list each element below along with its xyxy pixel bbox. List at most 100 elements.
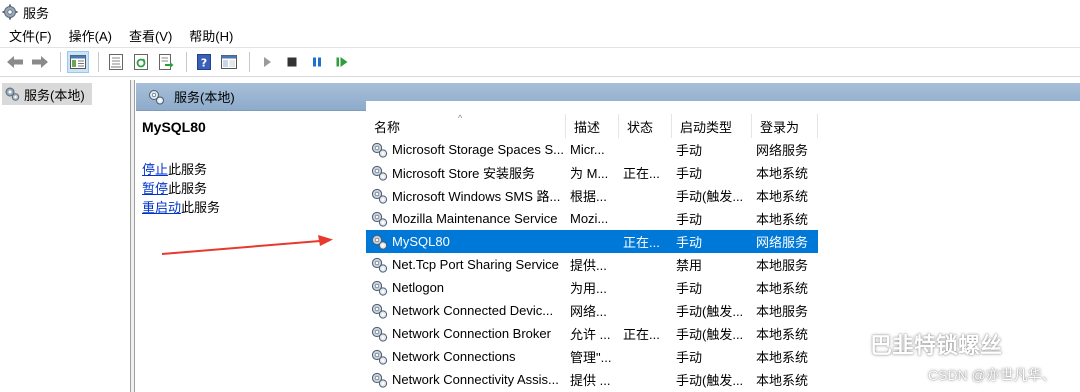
column-status[interactable]: 状态 — [619, 114, 672, 138]
watermark-csdn: CSDN @亦世凡华、 — [928, 367, 1056, 383]
console-tree: 服务(本地) — [0, 80, 131, 392]
cell-description: 提供... — [570, 258, 607, 273]
selected-service-name: MySQL80 — [142, 119, 206, 135]
service-name: Microsoft Storage Spaces S... — [392, 142, 564, 157]
restart-link[interactable]: 重启动 — [142, 200, 181, 215]
column-startup-type[interactable]: 启动类型 — [672, 114, 752, 138]
column-logon-as[interactable]: 登录为 — [752, 114, 818, 138]
restart-icon[interactable] — [331, 51, 353, 73]
forward-icon[interactable] — [29, 51, 51, 73]
menu-help[interactable]: 帮助(H) — [180, 26, 241, 45]
table-row[interactable]: Network Connection Broker 允许 ... 正在... 手动(触… — [366, 322, 818, 345]
column-startup-type-label: 启动类型 — [680, 119, 733, 135]
cell-name: Netlogon — [366, 276, 566, 299]
menu-action[interactable]: 操作(A) — [60, 26, 120, 45]
table-row[interactable]: Network Connections 管理"... 手动 本地系统 — [366, 345, 818, 368]
stop-service-action: 停止此服务 — [142, 159, 207, 178]
cell-startup-type: 手动 — [676, 350, 703, 365]
cell-status: 正在... — [623, 327, 660, 342]
cell-logon-as: 本地系统 — [756, 373, 809, 388]
menu-file[interactable]: 文件(F) — [0, 26, 60, 45]
cell-logon-as: 本地服务 — [756, 258, 809, 273]
service-gear-icon — [371, 257, 388, 273]
pause-service-action: 暂停此服务 — [142, 178, 207, 197]
restart-service-action: 重启动此服务 — [142, 197, 220, 216]
stop-icon[interactable] — [281, 51, 303, 73]
cell-name: Network Connected Devic... — [366, 299, 566, 322]
properties-icon[interactable] — [105, 51, 127, 73]
cell-description: 为 M... — [570, 166, 609, 181]
refresh-icon[interactable] — [130, 51, 152, 73]
service-name: Network Connectivity Assis... — [392, 372, 559, 387]
table-row[interactable]: Microsoft Storage Spaces S... Micr... 手动 网络… — [366, 138, 818, 161]
toolbar-separator — [186, 52, 187, 72]
cell-startup-type: 手动(触发... — [676, 373, 744, 388]
gear-icon — [2, 4, 18, 20]
cell-status — [619, 345, 672, 368]
table-row[interactable]: Microsoft Store 安装服务 为 M... 正在... 手动 本地系统 — [366, 161, 818, 184]
toolbar-separator — [249, 52, 250, 72]
gear-icon — [149, 89, 164, 104]
service-name: Microsoft Store 安装服务 — [392, 166, 536, 181]
cell-startup-type: 手动 — [676, 143, 703, 158]
cell-logon-as: 本地系统 — [756, 281, 809, 296]
cell-description: 允许 ... — [570, 327, 611, 342]
export-icon[interactable] — [155, 51, 177, 73]
service-name: MySQL80 — [392, 234, 450, 249]
svg-text:?: ? — [201, 57, 207, 70]
cell-description: 提供 ... — [570, 373, 611, 388]
list-rows: Microsoft Storage Spaces S... Micr... 手动 网络… — [366, 138, 818, 391]
service-gear-icon — [371, 326, 388, 342]
cell-name: Microsoft Storage Spaces S... — [366, 138, 566, 161]
column-description-label: 描述 — [574, 119, 601, 135]
tree-item-services-local[interactable]: 服务(本地) — [2, 83, 92, 105]
view-icon[interactable] — [218, 51, 240, 73]
table-row[interactable]: Mozilla Maintenance Service Mozi... 手动 本地系统 — [366, 207, 818, 230]
service-gear-icon — [371, 349, 388, 365]
service-name: Microsoft Windows SMS 路... — [392, 189, 561, 204]
pause-link[interactable]: 暂停 — [142, 181, 168, 196]
cell-status: 正在... — [623, 235, 660, 250]
show-hide-tree-icon[interactable] — [67, 51, 89, 73]
cell-logon-as: 本地系统 — [756, 189, 809, 204]
table-row[interactable]: Network Connected Devic... 网络... 手动(触发... 本… — [366, 299, 818, 322]
table-row[interactable]: Microsoft Windows SMS 路... 根据... 手动(触发... 本… — [366, 184, 818, 207]
column-status-label: 状态 — [627, 119, 654, 135]
pause-icon[interactable] — [306, 51, 328, 73]
service-name: Net.Tcp Port Sharing Service — [392, 257, 559, 272]
toolbar: ? — [0, 47, 1080, 77]
play-icon[interactable] — [256, 51, 278, 73]
service-gear-icon — [371, 280, 388, 296]
tree-item-label: 服务(本地) — [24, 87, 85, 103]
cell-logon-as: 本地系统 — [756, 327, 809, 342]
cell-status — [619, 276, 672, 299]
table-row[interactable]: Net.Tcp Port Sharing Service 提供... 禁用 本地服务 — [366, 253, 818, 276]
cell-name: Network Connectivity Assis... — [366, 368, 566, 391]
cell-startup-type: 手动 — [676, 166, 703, 181]
stop-link[interactable]: 停止 — [142, 162, 168, 177]
pane-title: 服务(本地) — [174, 90, 235, 105]
watermark-wechat: 巴韭特锁螺丝 — [832, 328, 1002, 360]
help-icon[interactable]: ? — [193, 51, 215, 73]
column-logon-as-label: 登录为 — [760, 119, 800, 135]
cell-startup-type: 手动 — [676, 235, 703, 250]
cell-status — [619, 368, 672, 391]
cell-name: Mozilla Maintenance Service — [366, 207, 566, 230]
menu-view[interactable]: 查看(V) — [120, 26, 180, 45]
service-name: Network Connection Broker — [392, 326, 551, 341]
title-bar: 服务 — [0, 0, 1080, 24]
pane-splitter[interactable] — [131, 80, 135, 392]
table-row[interactable]: Network Connectivity Assis... 提供 ... 手动(触发… — [366, 368, 818, 391]
column-description[interactable]: 描述 — [566, 114, 619, 138]
cell-startup-type: 手动 — [676, 212, 703, 227]
cell-description — [566, 230, 619, 253]
table-row[interactable]: MySQL80 正在... 手动 网络服务 — [366, 230, 818, 253]
cell-logon-as: 本地系统 — [756, 166, 809, 181]
column-name[interactable]: ^ 名称 — [366, 113, 566, 138]
back-icon[interactable] — [4, 51, 26, 73]
service-gear-icon — [371, 372, 388, 388]
watermark-title: 巴韭特锁螺丝 — [870, 333, 1003, 358]
window-title: 服务 — [23, 5, 50, 21]
table-row[interactable]: Netlogon 为用... 手动 本地系统 — [366, 276, 818, 299]
cell-description: 根据... — [570, 189, 607, 204]
